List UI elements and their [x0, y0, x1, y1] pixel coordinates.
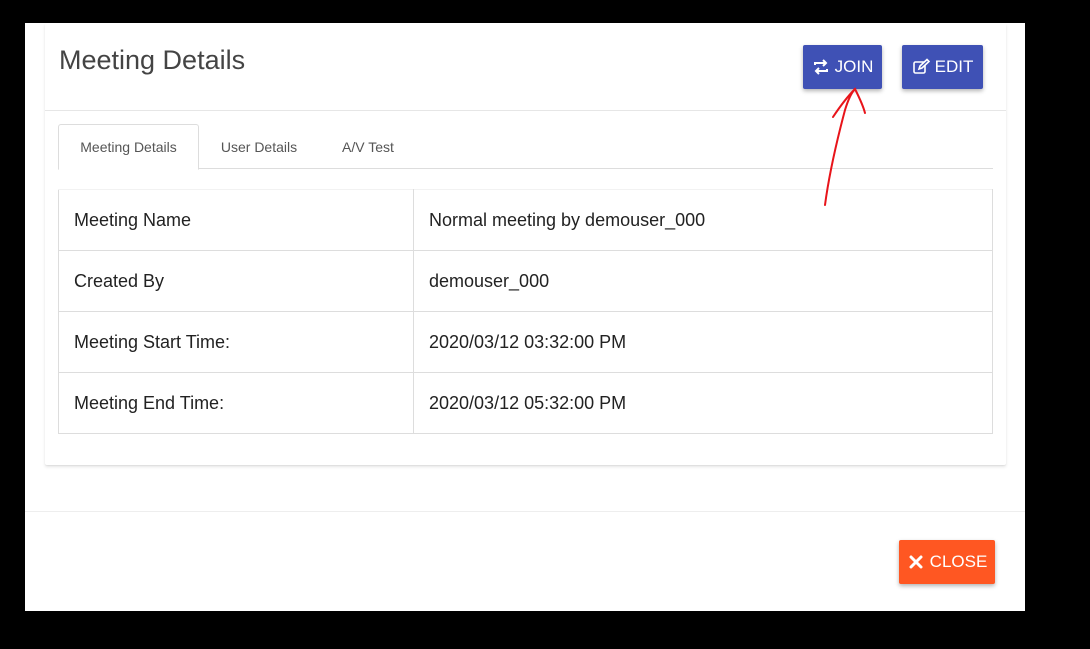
- edit-icon: [912, 58, 930, 76]
- meeting-details-table: Meeting Name Normal meeting by demouser_…: [58, 189, 993, 434]
- edit-button[interactable]: EDIT: [902, 45, 983, 89]
- detail-label: Meeting Name: [58, 189, 414, 251]
- table-row: Meeting End Time: 2020/03/12 05:32:00 PM: [58, 372, 993, 434]
- footer-divider: [25, 511, 1025, 512]
- tab-meeting-details[interactable]: Meeting Details: [58, 124, 199, 170]
- modal-title: Meeting Details: [59, 45, 246, 75]
- detail-value: Normal meeting by demouser_000: [413, 189, 993, 251]
- detail-label: Created By: [58, 250, 414, 312]
- close-icon: [907, 553, 925, 571]
- refresh-icon: [812, 58, 830, 76]
- detail-label: Meeting Start Time:: [58, 311, 414, 373]
- close-button[interactable]: CLOSE: [899, 540, 995, 584]
- tab-label: User Details: [220, 138, 298, 155]
- tab-label: Meeting Details: [80, 139, 177, 155]
- detail-label: Meeting End Time:: [58, 372, 414, 434]
- table-row: Created By demouser_000: [58, 250, 993, 312]
- detail-value: demouser_000: [413, 250, 993, 312]
- meeting-details-modal: Meeting Details JOIN EDIT Meeting Detail…: [25, 23, 1025, 611]
- join-button-label: JOIN: [834, 57, 874, 76]
- tab-label: A/V Test: [342, 138, 394, 155]
- detail-value: 2020/03/12 03:32:00 PM: [413, 311, 993, 373]
- tab-user-details[interactable]: User Details: [208, 124, 310, 169]
- close-button-label: CLOSE: [929, 552, 988, 571]
- edit-button-label: EDIT: [934, 57, 974, 76]
- tab-av-test[interactable]: A/V Test: [328, 124, 408, 169]
- detail-value: 2020/03/12 05:32:00 PM: [413, 372, 993, 434]
- join-button[interactable]: JOIN: [803, 45, 882, 89]
- annotation-arrow: [824, 87, 866, 206]
- table-row: Meeting Start Time: 2020/03/12 03:32:00 …: [58, 311, 993, 373]
